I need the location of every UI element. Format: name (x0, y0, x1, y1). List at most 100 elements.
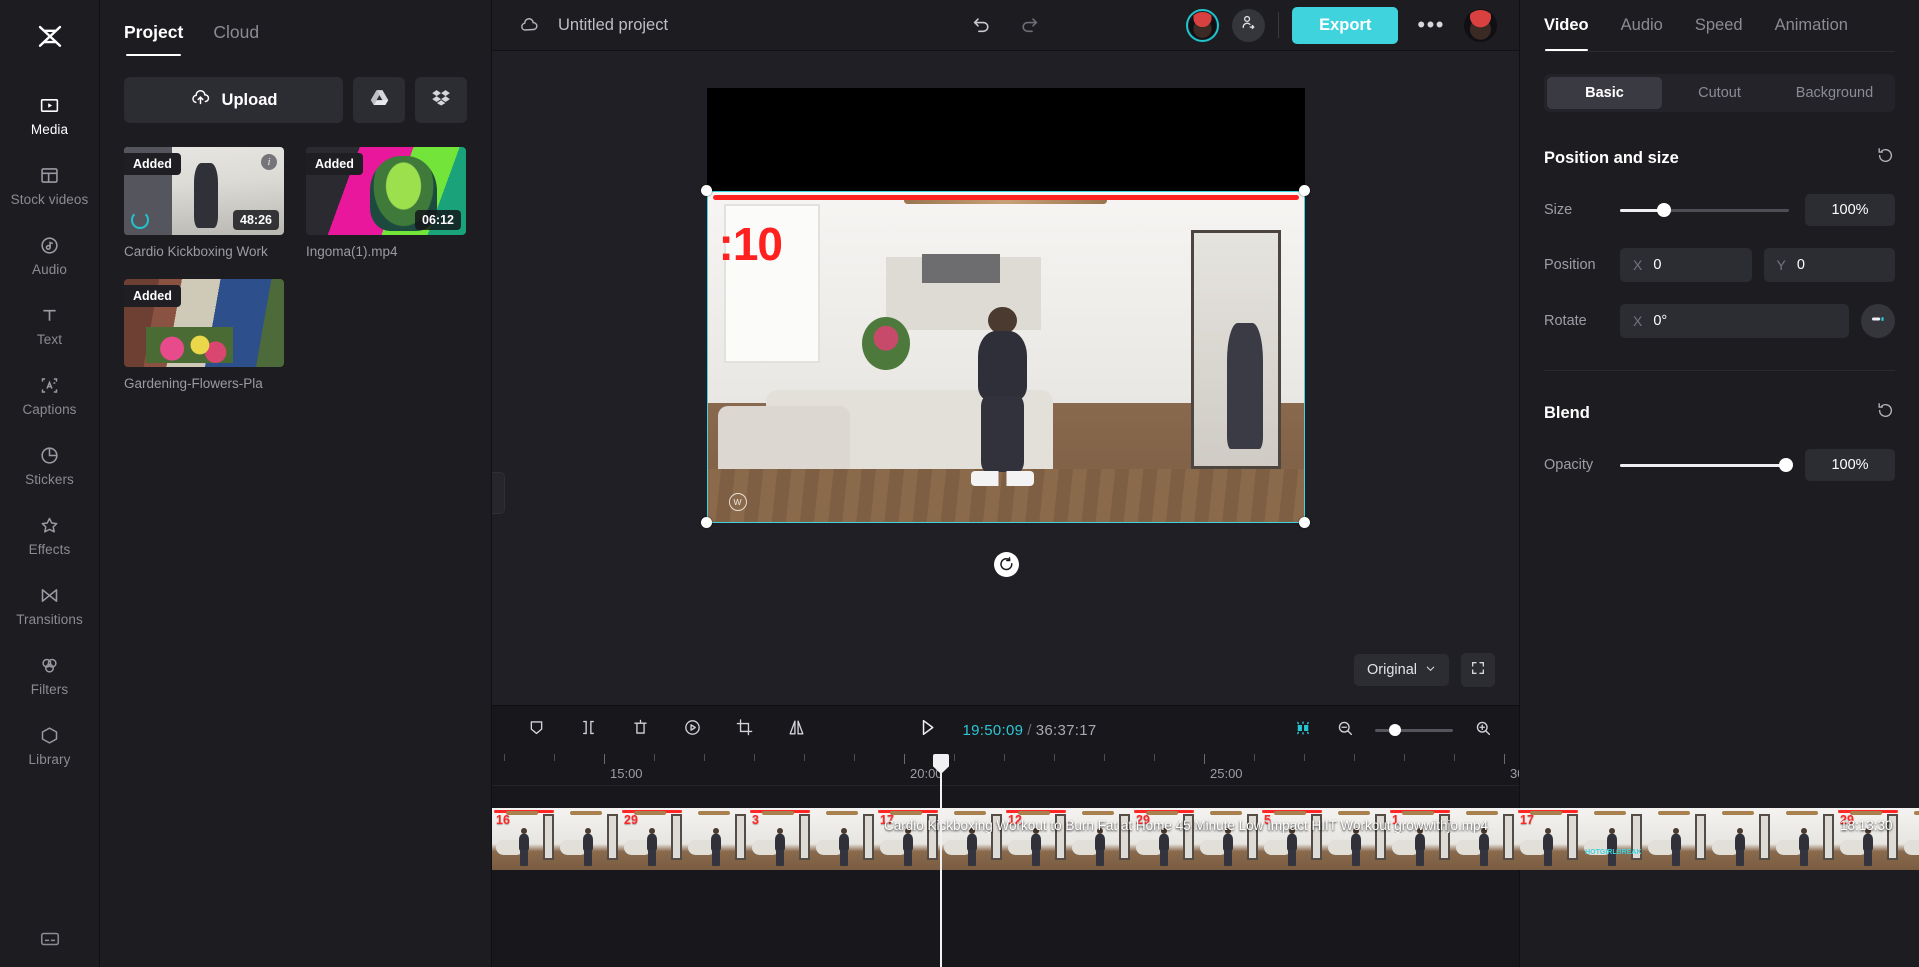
add-collaborator-button[interactable] (1232, 8, 1266, 42)
subtitles-icon[interactable] (38, 927, 62, 951)
rotate-handle-icon[interactable] (993, 551, 1019, 577)
split-icon (579, 718, 598, 742)
upload-button[interactable]: Upload (124, 77, 343, 123)
added-badge: Added (306, 153, 363, 175)
media-item[interactable]: Added i 48:26 Cardio Kickboxing Work (124, 147, 284, 259)
section-position-size-header: Position and size (1544, 146, 1895, 170)
zoom-slider[interactable] (1375, 724, 1453, 736)
capcut-editor: Media Stock videos Audio Text Captions S… (0, 0, 1919, 967)
sidebar-item-label: Stock videos (10, 192, 89, 207)
tab-project[interactable]: Project (124, 22, 183, 56)
media-item[interactable]: Added Gardening-Flowers-Pla (124, 279, 284, 391)
subtab-basic[interactable]: Basic (1547, 77, 1662, 109)
size-input[interactable]: 100% (1805, 194, 1895, 226)
sidebar-item-effects[interactable]: Effects (0, 504, 99, 564)
video-content[interactable]: :10 W (706, 190, 1305, 523)
position-x-input[interactable]: X 0 (1620, 248, 1752, 282)
crop-button[interactable] (732, 718, 756, 742)
frame-number: 16 (496, 813, 510, 827)
fullscreen-icon (1470, 660, 1486, 681)
inspector-subtabs: Basic Cutout Background (1544, 74, 1895, 112)
sidebar-item-label: Transitions (16, 612, 83, 627)
fullscreen-button[interactable] (1461, 653, 1495, 687)
filters-icon (38, 653, 62, 677)
undo-icon[interactable] (969, 12, 995, 38)
timeline-ruler[interactable]: 15:00 20:00 25:00 30:00 (492, 754, 1519, 786)
avatar[interactable] (1186, 8, 1220, 42)
position-y-input[interactable]: Y 0 (1763, 248, 1895, 282)
google-drive-icon (369, 87, 390, 113)
sidebar-item-transitions[interactable]: Transitions (0, 574, 99, 634)
resize-handle-bottom-left[interactable] (700, 516, 712, 528)
opacity-input[interactable]: 100% (1805, 449, 1895, 481)
add-marker-button[interactable] (524, 718, 548, 742)
sidebar-item-captions[interactable]: Captions (0, 364, 99, 424)
media-item[interactable]: Added 06:12 Ingoma(1).mp4 (306, 147, 466, 259)
info-icon[interactable]: i (261, 154, 277, 170)
google-drive-button[interactable] (353, 77, 405, 123)
capcut-logo-icon[interactable] (27, 14, 73, 60)
tab-speed[interactable]: Speed (1695, 16, 1743, 35)
play-button[interactable] (914, 717, 940, 743)
media-thumbnail[interactable]: Added i 48:26 (124, 147, 284, 235)
frame-number: 29 (624, 813, 638, 827)
rotate-dial-button[interactable] (1861, 304, 1895, 338)
size-slider[interactable] (1620, 203, 1789, 217)
timeline-clip[interactable]: 18:13:30 2951 (1836, 808, 1919, 870)
media-thumbnail[interactable]: Added 06:12 (306, 147, 466, 235)
tab-video[interactable]: Video (1544, 16, 1589, 51)
subtab-cutout[interactable]: Cutout (1662, 77, 1777, 109)
zoom-out-button[interactable] (1333, 718, 1357, 742)
dropbox-button[interactable] (415, 77, 467, 123)
axis-label-y: Y (1776, 257, 1786, 273)
mirror-button[interactable] (784, 718, 808, 742)
divider (1278, 12, 1280, 38)
timeline-clip-selected[interactable]: Cardio Kickboxing Workout to Burn Fat at… (876, 808, 1836, 870)
tab-animation[interactable]: Animation (1775, 16, 1848, 35)
tab-audio[interactable]: Audio (1621, 16, 1663, 35)
timeline-toolbar: 19:50:09/36:37:17 (492, 706, 1519, 754)
effects-icon (38, 513, 62, 537)
zoom-in-button[interactable] (1471, 718, 1495, 742)
sidebar-item-text[interactable]: Text (0, 294, 99, 354)
media-item-name: Gardening-Flowers-Pla (124, 376, 263, 391)
sidebar-item-library[interactable]: Library (0, 714, 99, 774)
timeline-clip[interactable]: 16 29 3 (492, 808, 876, 870)
sidebar-item-media[interactable]: Media (0, 84, 99, 144)
user-avatar[interactable] (1464, 8, 1497, 42)
sidebar-item-filters[interactable]: Filters (0, 644, 99, 704)
split-button[interactable] (576, 718, 600, 742)
size-slider-knob[interactable] (1656, 203, 1671, 217)
center-column: Untitled project Export •••:10 W Origin… (492, 0, 1919, 967)
panel-collapse-handle[interactable] (492, 472, 505, 514)
zoom-slider-knob[interactable] (1389, 724, 1401, 736)
resize-handle-top-right[interactable] (1298, 184, 1310, 196)
project-title[interactable]: Untitled project (558, 16, 668, 35)
export-button[interactable]: Export (1292, 6, 1399, 44)
playhead[interactable] (933, 754, 949, 967)
resize-handle-top-left[interactable] (700, 184, 712, 196)
frame-number: 3 (752, 813, 759, 827)
reset-icon[interactable] (1876, 401, 1895, 425)
add-collaborator-icon (1240, 14, 1257, 36)
redo-icon[interactable] (1017, 12, 1043, 38)
sidebar-item-stickers[interactable]: Stickers (0, 434, 99, 494)
opacity-slider[interactable] (1620, 458, 1793, 472)
delete-button[interactable] (628, 718, 652, 742)
opacity-slider-knob[interactable] (1779, 458, 1793, 472)
adsorption-button[interactable] (1291, 718, 1315, 742)
sidebar-item-stock-videos[interactable]: Stock videos (0, 154, 99, 214)
freeze-frame-button[interactable] (680, 718, 704, 742)
more-options-button[interactable]: ••• (1411, 14, 1451, 36)
clip-frame: 29 (620, 808, 684, 870)
added-badge: Added (124, 285, 181, 307)
rotate-input[interactable]: X 0° (1620, 304, 1849, 338)
media-thumbnail[interactable]: Added (124, 279, 284, 367)
reset-icon[interactable] (1876, 146, 1895, 170)
tab-cloud[interactable]: Cloud (213, 22, 259, 43)
sidebar-item-audio[interactable]: Audio (0, 224, 99, 284)
subtab-background[interactable]: Background (1777, 77, 1892, 109)
resize-handle-bottom-right[interactable] (1298, 516, 1310, 528)
aspect-ratio-select[interactable]: Original (1354, 654, 1449, 686)
position-y-value: 0 (1796, 257, 1805, 273)
